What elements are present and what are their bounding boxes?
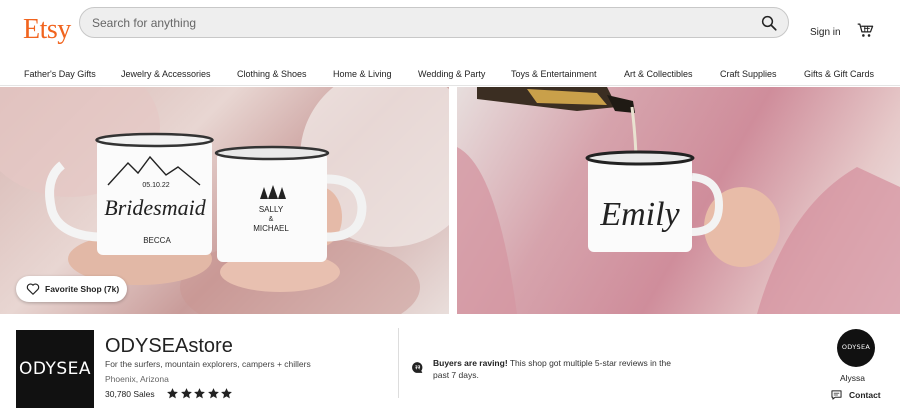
star-icon bbox=[180, 388, 192, 399]
shop-tagline: For the surfers, mountain explorers, cam… bbox=[105, 359, 311, 369]
etsy-logo[interactable]: Etsy bbox=[23, 14, 71, 46]
shop-name: ODYSEAstore bbox=[105, 335, 233, 357]
star-icon bbox=[194, 388, 205, 399]
mug-b-line1: SALLY bbox=[259, 205, 284, 214]
mug-b-line3: MICHAEL bbox=[253, 224, 289, 233]
mug-a-name: BECCA bbox=[143, 236, 171, 245]
nav-item-jewelry[interactable]: Jewelry & Accessories bbox=[121, 69, 211, 79]
shop-location: Phoenix, Arizona bbox=[105, 374, 169, 384]
nav-item-craft[interactable]: Craft Supplies bbox=[720, 69, 777, 79]
category-nav: Father's Day Gifts Jewelry & Accessories… bbox=[0, 62, 900, 86]
shop-sales[interactable]: 30,780 Sales bbox=[105, 389, 155, 399]
chat-bubble-icon bbox=[412, 362, 423, 373]
banner-divider bbox=[449, 87, 457, 314]
favorite-shop-label: Favorite Shop (7k) bbox=[45, 284, 120, 294]
buyers-raving-message: Buyers are raving! This shop got multipl… bbox=[433, 357, 673, 381]
star-rating[interactable] bbox=[166, 387, 234, 401]
star-icon bbox=[167, 388, 178, 399]
nav-item-art[interactable]: Art & Collectibles bbox=[624, 69, 693, 79]
mug-a-date: 05.10.22 bbox=[142, 182, 169, 189]
nav-item-home[interactable]: Home & Living bbox=[333, 69, 392, 79]
buyers-raving-heading: Buyers are raving! bbox=[433, 358, 508, 368]
nav-item-toys[interactable]: Toys & Entertainment bbox=[511, 69, 597, 79]
mug-a-title: Bridesmaid bbox=[104, 195, 206, 220]
mug-photo-right: Emily bbox=[457, 87, 900, 314]
message-icon bbox=[831, 390, 842, 400]
star-icon bbox=[207, 388, 219, 399]
owner-avatar[interactable]: ODYSEA bbox=[837, 329, 875, 367]
mug-c-name: Emily bbox=[599, 196, 680, 233]
owner-name[interactable]: Alyssa bbox=[840, 373, 865, 383]
divider bbox=[398, 328, 399, 398]
shop-banner: 05.10.22 Bridesmaid BECCA SALLY & MICHAE… bbox=[0, 87, 900, 314]
nav-item-fathers-day[interactable]: Father's Day Gifts bbox=[24, 69, 96, 79]
banner-image-right: Emily bbox=[457, 87, 900, 314]
cart-icon[interactable] bbox=[857, 22, 874, 39]
heart-icon bbox=[26, 283, 40, 295]
star-icon bbox=[221, 388, 232, 399]
nav-item-gifts[interactable]: Gifts & Gift Cards bbox=[804, 69, 874, 79]
mug-b-line2: & bbox=[269, 216, 274, 223]
shop-info-bar: ODYSEA ODYSEAstore For the surfers, moun… bbox=[0, 314, 900, 411]
search-icon[interactable] bbox=[760, 14, 778, 32]
search-bar[interactable] bbox=[79, 7, 789, 38]
owner-avatar-text: ODYSEA bbox=[841, 343, 871, 351]
search-input[interactable] bbox=[92, 14, 732, 32]
banner-image-left: 05.10.22 Bridesmaid BECCA SALLY & MICHAE… bbox=[0, 87, 449, 314]
shop-logo-text: ODYSEA bbox=[18, 359, 92, 379]
contact-label: Contact bbox=[849, 390, 881, 400]
nav-item-clothing[interactable]: Clothing & Shoes bbox=[237, 69, 307, 79]
site-header: Etsy Sign in bbox=[0, 0, 900, 62]
favorite-shop-button[interactable]: Favorite Shop (7k) bbox=[16, 276, 127, 302]
nav-item-wedding[interactable]: Wedding & Party bbox=[418, 69, 485, 79]
sign-in-link[interactable]: Sign in bbox=[810, 27, 841, 38]
shop-logo[interactable]: ODYSEA bbox=[16, 330, 94, 408]
